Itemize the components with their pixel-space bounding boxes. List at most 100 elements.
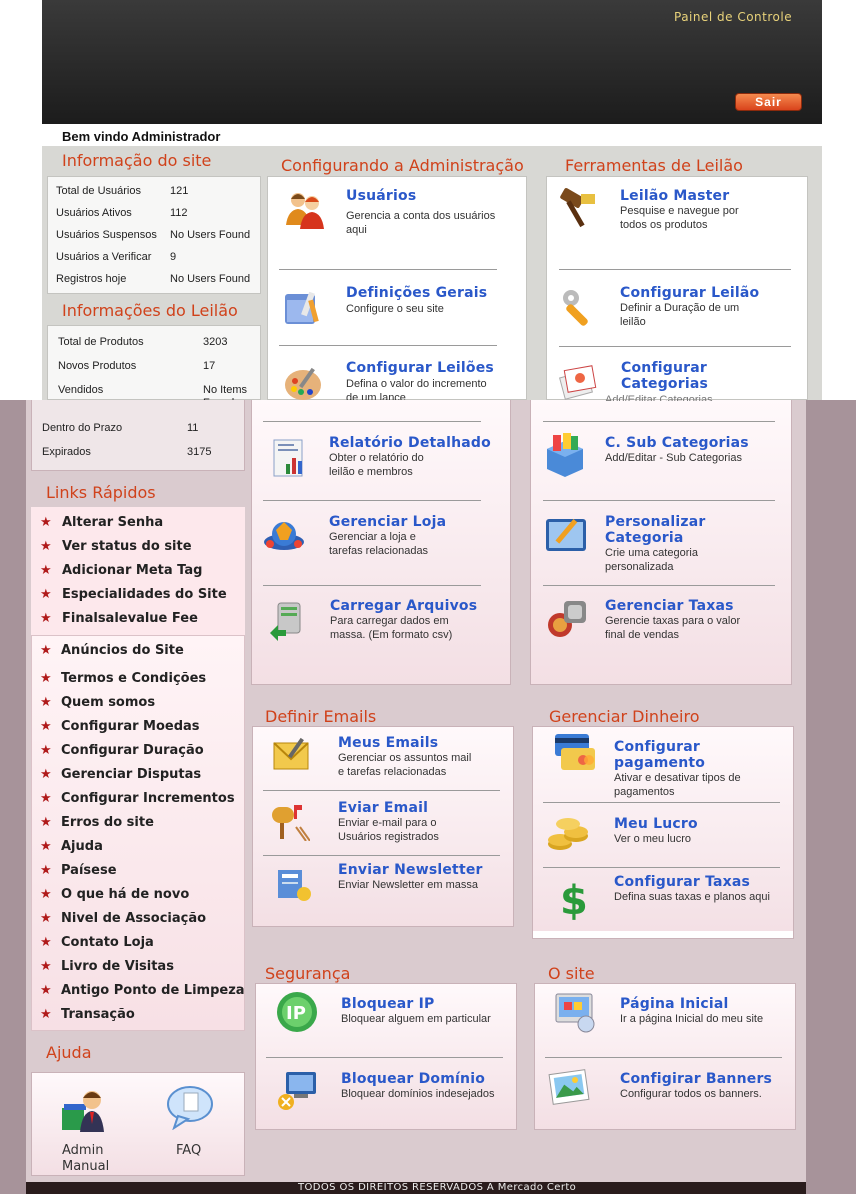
divider [545, 1057, 782, 1058]
divider [263, 421, 481, 422]
star-icon: ★ [40, 538, 52, 553]
home-page-icon[interactable] [554, 990, 598, 1034]
divider [543, 421, 775, 422]
palette-icon[interactable] [283, 361, 327, 405]
tool-title[interactable]: Eviar Email [338, 800, 428, 816]
quick-link-item[interactable]: Ajuda [61, 839, 103, 854]
settings-folder-icon[interactable] [281, 286, 325, 330]
quick-link-item[interactable]: Livro de Visitas [61, 959, 174, 974]
taxes-coins-icon[interactable] [546, 597, 590, 641]
tool-title[interactable]: Configurar Categorias [621, 360, 741, 392]
quick-link-item[interactable]: O que há de novo [61, 887, 189, 902]
my-emails-icon[interactable] [270, 733, 314, 777]
quick-link-item[interactable]: Paísese [61, 863, 117, 878]
tool-title[interactable]: Enviar Newsletter [338, 862, 483, 878]
tool-desc: Configure o seu site [346, 303, 444, 315]
tool-title[interactable]: Configurar Taxas [614, 874, 750, 890]
admin-manual-label[interactable]: Admin Manual [62, 1143, 110, 1175]
payment-cards-icon[interactable] [553, 730, 597, 774]
tool-title[interactable]: Página Inicial [620, 996, 729, 1012]
divider [543, 585, 775, 586]
upload-files-icon[interactable] [266, 597, 310, 641]
tool-title[interactable]: Gerenciar Taxas [605, 598, 734, 614]
categories-icon[interactable] [556, 360, 600, 404]
tool-desc: Gerenciar os assuntos mail e tarefas rel… [338, 752, 472, 778]
banners-picture-icon[interactable] [547, 1066, 591, 1110]
quick-link-item[interactable]: Especialidades do Site [62, 587, 227, 602]
faq-label[interactable]: FAQ [176, 1143, 201, 1158]
logout-button[interactable]: Sair [735, 93, 802, 111]
send-email-mailbox-icon[interactable] [266, 797, 310, 841]
faq-icon[interactable] [166, 1084, 214, 1130]
tool-title[interactable]: Meus Emails [338, 735, 438, 751]
quick-link-item[interactable]: Contato Loja [61, 935, 154, 950]
block-domain-monitor-icon[interactable] [276, 1068, 320, 1112]
sub-categories-box-icon[interactable] [543, 433, 587, 477]
quick-link-item[interactable]: Ver status do site [62, 539, 192, 554]
gavel-icon[interactable] [555, 186, 599, 230]
tool-title[interactable]: Configirar Banners [620, 1071, 772, 1087]
tool-title[interactable]: Configurar Leilões [346, 360, 494, 376]
quick-link-item[interactable]: Configurar Incrementos [61, 791, 235, 806]
tool-title[interactable]: Configurar Leilão [620, 285, 759, 301]
stat-value: 112 [170, 207, 188, 219]
tool-desc: Configurar todos os banners. [620, 1088, 762, 1100]
report-icon[interactable] [268, 436, 312, 480]
site-title: O site [548, 964, 595, 983]
site-info-title: Informação do site [62, 151, 212, 170]
stat-label: Dentro do Prazo [42, 422, 123, 434]
tool-title[interactable]: Usuários [346, 188, 416, 204]
star-icon: ★ [40, 910, 52, 925]
newsletter-icon[interactable] [272, 862, 316, 906]
star-icon: ★ [40, 586, 52, 601]
tool-title[interactable]: Configurar pagamento [614, 739, 734, 771]
tool-title[interactable]: Relatório Detalhado [329, 435, 491, 451]
star-icon: ★ [40, 790, 52, 805]
divider [279, 345, 497, 346]
tool-title[interactable]: Bloquear IP [341, 996, 434, 1012]
star-icon: ★ [40, 610, 52, 625]
star-icon: ★ [40, 1006, 52, 1021]
tool-title[interactable]: Carregar Arquivos [330, 598, 477, 614]
star-icon: ★ [40, 694, 52, 709]
wrench-icon[interactable] [559, 286, 603, 330]
customize-pen-icon[interactable] [544, 513, 588, 557]
quick-link-item[interactable]: Quem somos [61, 695, 155, 710]
quick-link-item[interactable]: Adicionar Meta Tag [62, 563, 202, 578]
site-info-box: Total de Usuários 121 Usuários Ativos 11… [47, 176, 261, 294]
quick-link-item[interactable]: Anúncios do Site [61, 643, 184, 658]
profit-coins-icon[interactable] [546, 812, 590, 856]
stat-label: Usuários Suspensos [56, 229, 157, 241]
admin-manual-icon[interactable] [60, 1084, 112, 1134]
tool-title[interactable]: Leilão Master [620, 188, 729, 204]
store-globe-icon[interactable] [262, 514, 306, 558]
welcome-text: Bem vindo Administrador [62, 129, 221, 144]
tool-title[interactable]: Definições Gerais [346, 285, 487, 301]
quick-link-item[interactable]: Nivel de Associação [61, 911, 206, 926]
quick-link-item[interactable]: Configurar Moedas [61, 719, 200, 734]
block-ip-icon[interactable]: IP [275, 990, 319, 1034]
tool-title[interactable]: C. Sub Categorias [605, 435, 749, 451]
tool-title[interactable]: Meu Lucro [614, 816, 698, 832]
star-icon: ★ [40, 718, 52, 733]
stat-label: Novos Produtos [58, 360, 137, 372]
tool-title[interactable]: Bloquear Domínio [341, 1071, 485, 1087]
tool-title[interactable]: Gerenciar Loja [329, 514, 446, 530]
footer-copyright: TODOS OS DIREITOS RESERVADOS A Mercado C… [298, 1182, 577, 1193]
tool-title[interactable]: Personalizar Categoria [605, 514, 725, 546]
quick-link-item[interactable]: Transação [61, 1007, 135, 1022]
svg-text:IP: IP [286, 1003, 306, 1024]
users-icon[interactable] [283, 187, 327, 231]
quick-link-item[interactable]: Gerenciar Disputas [61, 767, 201, 782]
dollar-sign-icon[interactable]: $ [552, 876, 596, 920]
tool-desc: Gerenciar a loja e tarefas relacionadas [329, 531, 429, 557]
quick-link-item[interactable]: Alterar Senha [62, 515, 163, 530]
security-title: Segurança [265, 964, 351, 983]
control-panel-link[interactable]: Painel de Controle [674, 10, 792, 24]
quick-link-item[interactable]: Erros do site [61, 815, 154, 830]
quick-link-item[interactable]: Configurar Duração [61, 743, 204, 758]
quick-link-item[interactable]: Antigo Ponto de Limpeza [61, 983, 245, 998]
tool-desc: Add/Editar - Sub Categorias [605, 452, 742, 464]
quick-link-item[interactable]: Finalsalevalue Fee [62, 611, 198, 626]
quick-link-item[interactable]: Termos e Condições [61, 671, 206, 686]
